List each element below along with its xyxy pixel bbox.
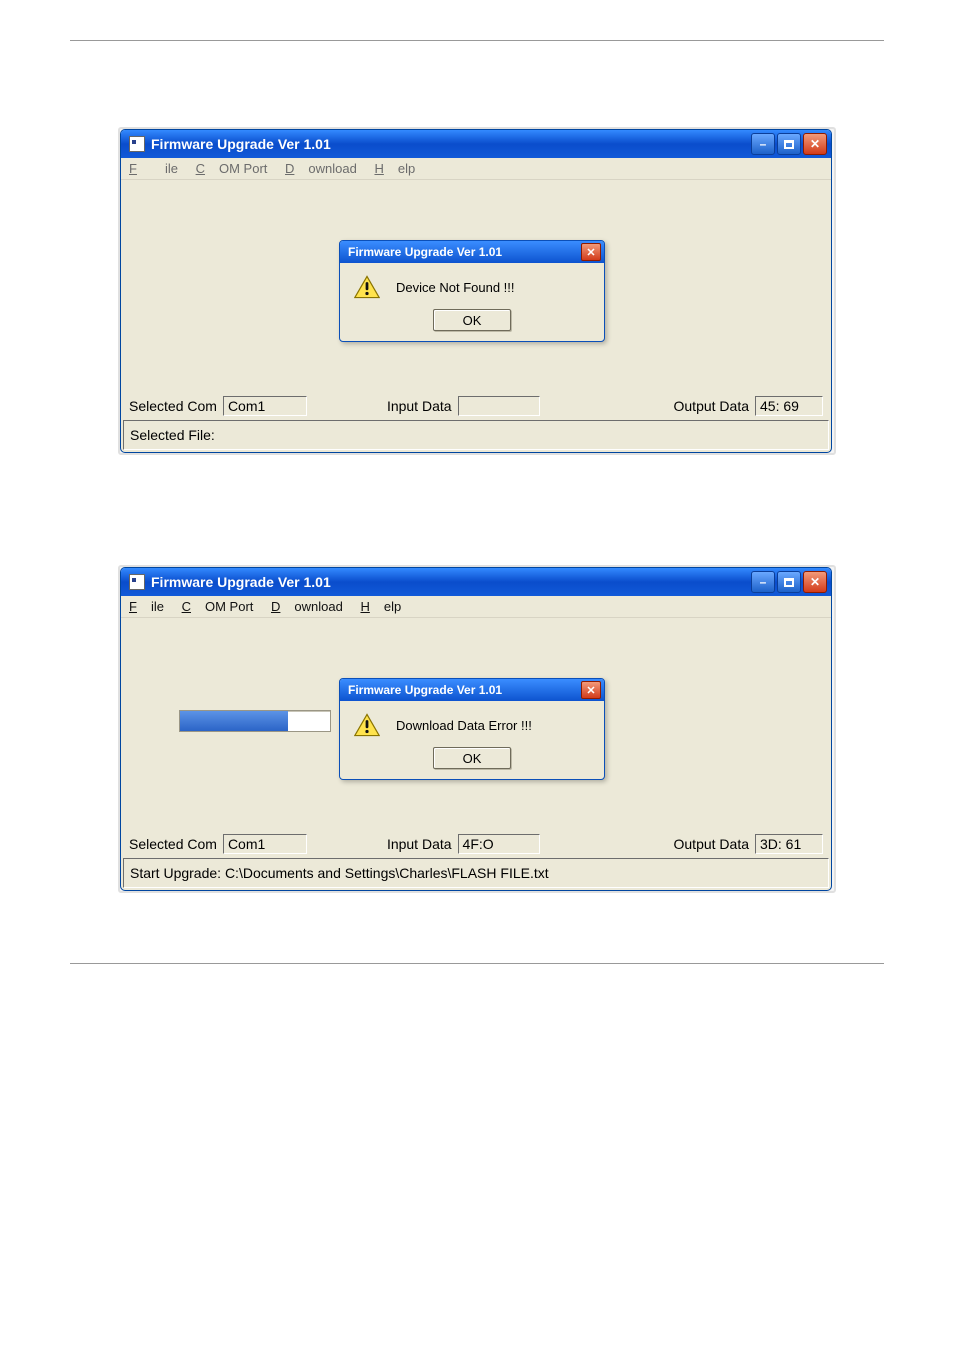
message-dialog-1: Firmware Upgrade Ver 1.01 ✕ Device Not F… [339, 240, 605, 342]
titlebar-buttons: – ✕ [751, 133, 827, 155]
selected-file-text: Selected File: [130, 427, 215, 443]
window-title: Firmware Upgrade Ver 1.01 [151, 136, 751, 152]
selected-file-line: Start Upgrade: C:\Documents and Settings… [123, 858, 829, 888]
menu-download: Download [285, 161, 357, 176]
output-data-value: 3D: 61 [755, 834, 823, 854]
screenshot-figure-1: Firmware Upgrade Ver 1.01 – ✕ File COM P… [118, 127, 836, 455]
dialog-title-text: Firmware Upgrade Ver 1.01 [348, 683, 502, 697]
message-dialog-2: Firmware Upgrade Ver 1.01 ✕ Download Dat… [339, 678, 605, 780]
warning-icon [354, 713, 380, 737]
menu-help[interactable]: Help [360, 599, 401, 614]
menubar: File COM Port Download Help [121, 596, 831, 618]
dialog-close-button[interactable]: ✕ [581, 243, 601, 261]
minimize-button[interactable]: – [751, 571, 775, 593]
input-data-value [458, 396, 540, 416]
warning-icon [354, 275, 380, 299]
menu-download[interactable]: Download [271, 599, 343, 614]
titlebar-buttons: – ✕ [751, 571, 827, 593]
screenshot-figure-2: Firmware Upgrade Ver 1.01 – ✕ File COM P… [118, 565, 836, 893]
status-row: Selected Com Com1 Input Data Output Data… [121, 390, 831, 420]
maximize-button[interactable] [777, 133, 801, 155]
input-data-value: 4F:O [458, 834, 540, 854]
menu-file: File [129, 161, 178, 176]
close-button[interactable]: ✕ [803, 133, 827, 155]
page-top-rule [70, 40, 884, 41]
output-data-value: 45: 69 [755, 396, 823, 416]
menu-comport: COM Port [196, 161, 268, 176]
ok-button[interactable]: OK [433, 309, 511, 331]
selected-file-line: Selected File: [123, 420, 829, 450]
menu-file[interactable]: File [129, 599, 164, 614]
selected-file-text: Start Upgrade: C:\Documents and Settings… [130, 865, 549, 881]
dialog-close-button[interactable]: ✕ [581, 681, 601, 699]
output-data-label: Output Data [674, 836, 750, 852]
minimize-button[interactable]: – [751, 133, 775, 155]
window-body: Firmware Upgrade Ver 1.01 ✕ Device Not F… [121, 180, 831, 390]
maximize-button[interactable] [777, 571, 801, 593]
selected-com-label: Selected Com [129, 836, 217, 852]
close-button[interactable]: ✕ [803, 571, 827, 593]
titlebar: Firmware Upgrade Ver 1.01 – ✕ [121, 130, 831, 158]
main-window-1: Firmware Upgrade Ver 1.01 – ✕ File COM P… [120, 129, 832, 453]
menu-comport[interactable]: COM Port [182, 599, 254, 614]
dialog-title: Firmware Upgrade Ver 1.01 ✕ [340, 241, 604, 263]
progress-bar [179, 710, 331, 732]
dialog-title-text: Firmware Upgrade Ver 1.01 [348, 245, 502, 259]
output-data-label: Output Data [674, 398, 750, 414]
window-title: Firmware Upgrade Ver 1.01 [151, 574, 751, 590]
status-row: Selected Com Com1 Input Data 4F:O Output… [121, 828, 831, 858]
input-data-label: Input Data [387, 836, 452, 852]
ok-button[interactable]: OK [433, 747, 511, 769]
selected-com-value: Com1 [223, 834, 307, 854]
dialog-message: Download Data Error !!! [396, 718, 532, 733]
window-body: Firmware Upgrade Ver 1.01 ✕ Download Dat… [121, 618, 831, 828]
main-window-2: Firmware Upgrade Ver 1.01 – ✕ File COM P… [120, 567, 832, 891]
menubar-disabled: File COM Port Download Help [121, 158, 831, 180]
page-bottom-rule [70, 963, 884, 964]
progress-fill [180, 711, 288, 731]
app-icon [129, 574, 145, 590]
selected-com-label: Selected Com [129, 398, 217, 414]
dialog-message: Device Not Found !!! [396, 280, 515, 295]
selected-com-value: Com1 [223, 396, 307, 416]
input-data-label: Input Data [387, 398, 452, 414]
titlebar: Firmware Upgrade Ver 1.01 – ✕ [121, 568, 831, 596]
menu-help: Help [374, 161, 415, 176]
dialog-title: Firmware Upgrade Ver 1.01 ✕ [340, 679, 604, 701]
app-icon [129, 136, 145, 152]
